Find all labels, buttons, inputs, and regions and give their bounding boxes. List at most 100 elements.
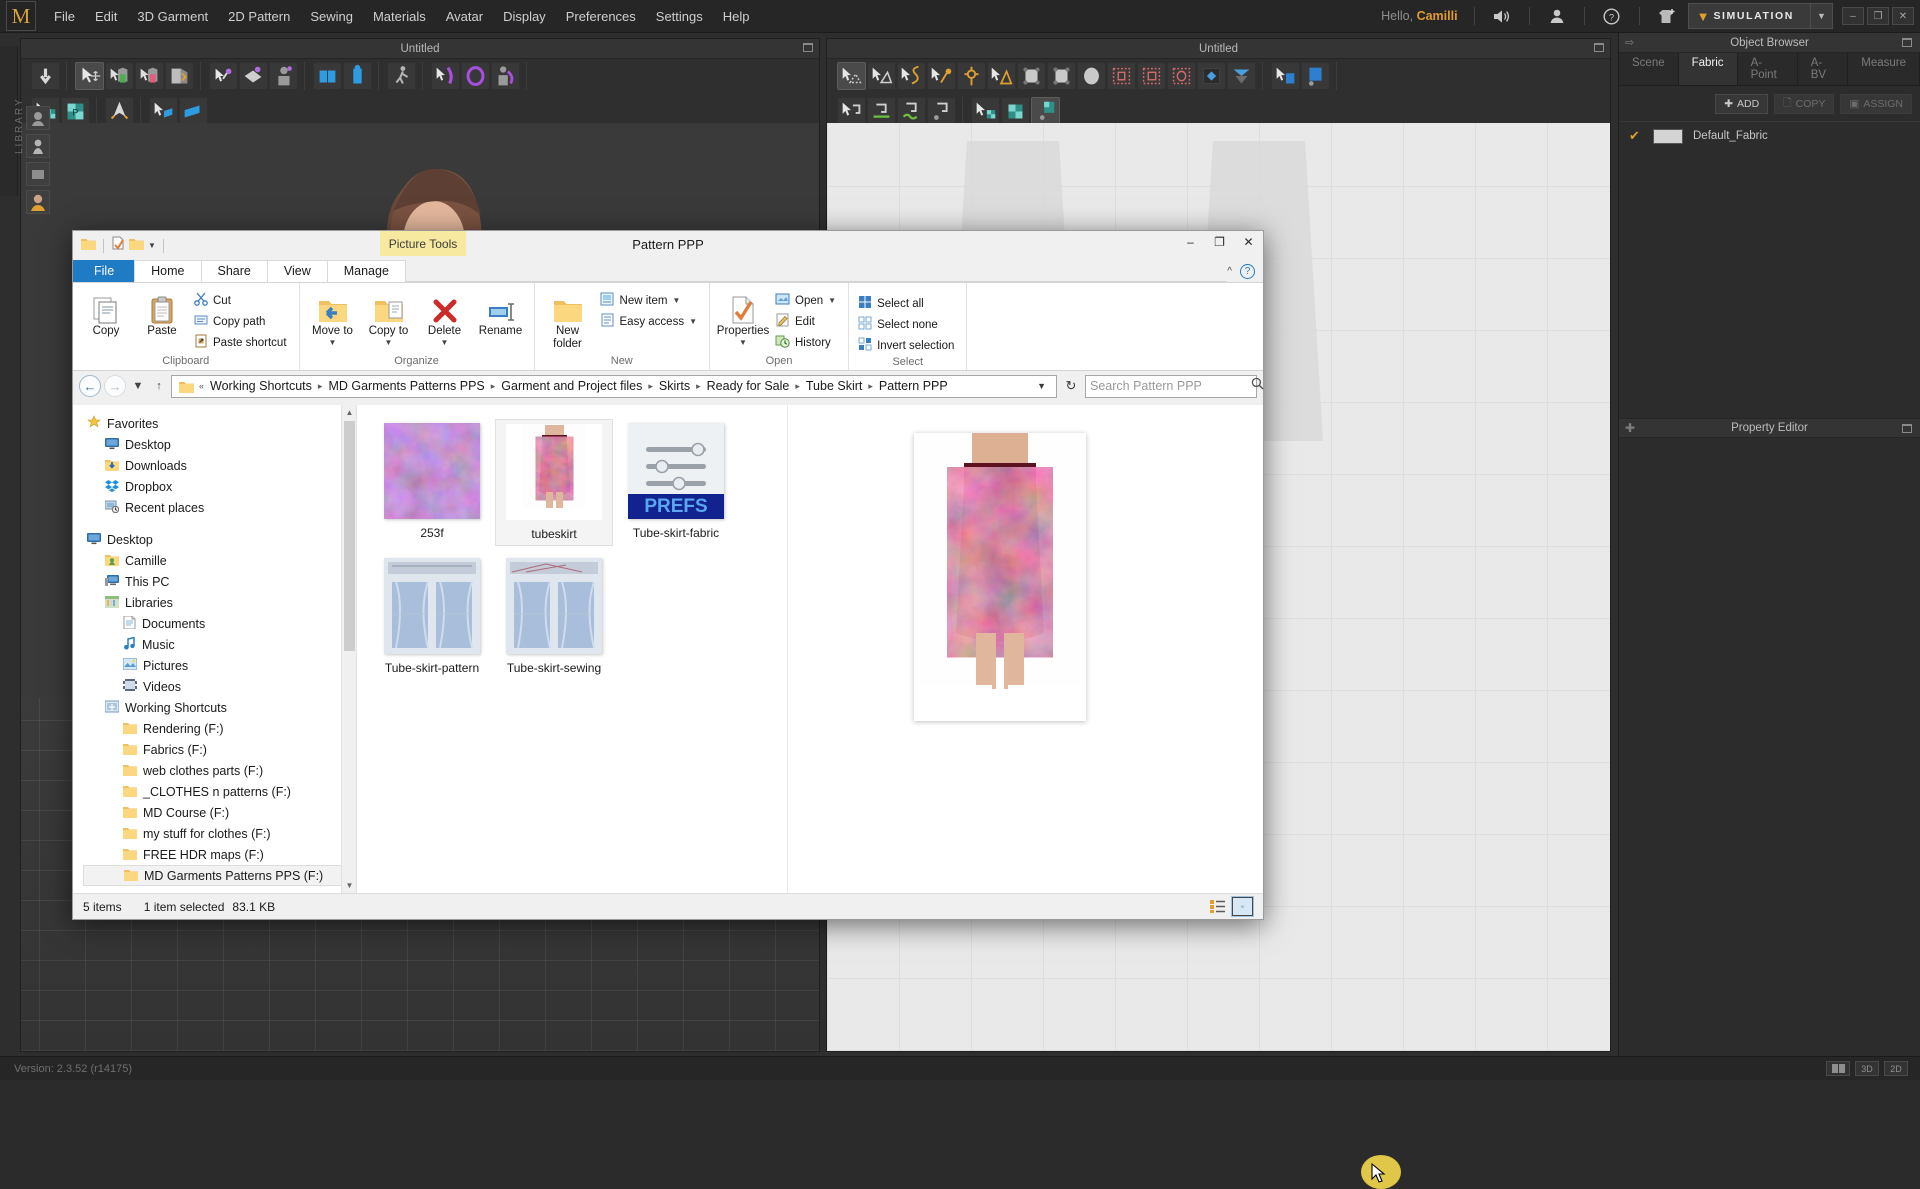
breadcrumb-garment-and-project-files[interactable]: Garment and Project files — [497, 378, 646, 394]
open-button[interactable]: Open ▼ — [772, 290, 842, 311]
expand-arrow-icon[interactable]: ⇨ — [1625, 36, 1634, 49]
chevron-down-icon[interactable]: ▼ — [441, 338, 449, 347]
tab-share[interactable]: Share — [201, 260, 268, 282]
navigation-scrollbar[interactable]: ▲ ▼ — [341, 405, 356, 893]
delete-button[interactable]: Delete ▼ — [418, 288, 472, 350]
file-explorer-window[interactable]: ▼ Picture Tools Pattern PPP – ❐ ✕ File H… — [72, 230, 1264, 920]
edit-pattern-tool[interactable] — [837, 62, 866, 90]
search-box[interactable] — [1085, 375, 1257, 398]
segment-sewing-tool[interactable] — [867, 97, 896, 125]
nav-recent-places[interactable]: Recent places — [83, 497, 356, 518]
menu-settings[interactable]: Settings — [646, 4, 713, 29]
edit-sewing-tool[interactable] — [927, 97, 956, 125]
popout-icon[interactable] — [803, 43, 813, 52]
rectangle-tool[interactable] — [1047, 62, 1076, 90]
tab-manage[interactable]: Manage — [327, 260, 406, 282]
select-move-tool[interactable] — [75, 62, 104, 90]
menu-2d-pattern[interactable]: 2D Pattern — [218, 4, 300, 29]
menu-display[interactable]: Display — [493, 4, 556, 29]
new-item-button[interactable]: New item ▼ — [597, 290, 703, 311]
tab-a-bv[interactable]: A-BV — [1798, 53, 1849, 85]
sync-down-tool[interactable] — [31, 62, 60, 90]
view-2d-button[interactable]: 2D — [1884, 1061, 1908, 1076]
unfold-tool[interactable] — [165, 62, 194, 90]
scroll-up-icon[interactable]: ▲ — [342, 405, 357, 420]
split-point-tool[interactable] — [957, 62, 986, 90]
nav-documents[interactable]: Documents — [83, 613, 356, 634]
nav-downloads[interactable]: Downloads — [83, 455, 356, 476]
close-button[interactable]: ✕ — [1892, 7, 1914, 25]
split-view-button[interactable] — [1826, 1061, 1850, 1076]
nav-dropbox[interactable]: Dropbox — [83, 476, 356, 497]
chevron-down-icon[interactable]: ▼ — [689, 317, 697, 326]
tab-scene[interactable]: Scene — [1619, 53, 1679, 85]
minimize-button[interactable]: – — [1842, 7, 1864, 25]
select-all-button[interactable]: Select all — [855, 293, 960, 314]
overflow-chevron-icon[interactable]: « — [198, 381, 205, 391]
nav-music[interactable]: Music — [83, 634, 356, 655]
select-fold-tool[interactable] — [149, 97, 178, 125]
chevron-right-icon[interactable]: ▸ — [647, 381, 654, 392]
chevron-right-icon[interactable]: ▸ — [794, 381, 801, 392]
inner-polygon-tool[interactable] — [1107, 62, 1136, 90]
chevron-right-icon[interactable]: ▸ — [317, 381, 324, 392]
breadcrumb[interactable]: « Working Shortcuts ▸ MD Garments Patter… — [171, 375, 1057, 398]
animation-pose-tool[interactable] — [387, 62, 416, 90]
explorer-maximize-button[interactable]: ❐ — [1205, 231, 1234, 253]
chevron-right-icon[interactable]: ▸ — [867, 381, 874, 392]
collapse-ribbon-icon[interactable]: ^ — [1227, 266, 1232, 277]
select-mesh-red-tool[interactable] — [135, 62, 164, 90]
assign-fabric-button[interactable]: ▣ ASSIGN — [1840, 94, 1912, 114]
zipper-tool[interactable] — [431, 62, 460, 90]
forward-button[interactable]: → — [104, 375, 126, 397]
nav-working-shortcuts[interactable]: Working Shortcuts — [83, 697, 356, 718]
scrollbar-thumb[interactable] — [344, 421, 355, 651]
add-garment-icon[interactable] — [1652, 1, 1682, 31]
fabric-list-item[interactable]: ✔ Default_Fabric — [1619, 121, 1920, 150]
add-point-tool[interactable] — [927, 62, 956, 90]
move-to-button[interactable]: Move to ▼ — [306, 288, 360, 350]
up-button[interactable]: ↑ — [150, 380, 168, 392]
nav-my-stuff-for-clothes-f[interactable]: my stuff for clothes (F:) — [83, 823, 356, 844]
menu-help[interactable]: Help — [713, 4, 760, 29]
edit-curve-point-tool[interactable] — [897, 62, 926, 90]
breadcrumb-working-shortcuts[interactable]: Working Shortcuts — [206, 378, 316, 394]
menu-materials[interactable]: Materials — [363, 4, 436, 29]
nav-camille[interactable]: Camille — [83, 550, 356, 571]
tab-measure[interactable]: Measure — [1848, 53, 1920, 85]
nav-videos[interactable]: Videos — [83, 676, 356, 697]
files-pane[interactable]: 253f — [357, 405, 1263, 893]
invert-selection-button[interactable]: Invert selection — [855, 335, 960, 356]
nav-desktop-fav[interactable]: Desktop — [83, 434, 356, 455]
chevron-down-icon[interactable]: ▼ — [672, 296, 680, 305]
fold-arrange-tool[interactable] — [179, 97, 208, 125]
edit-button[interactable]: Edit — [772, 311, 842, 332]
breadcrumb-pattern-ppp[interactable]: Pattern PPP — [875, 378, 952, 394]
inner-circle-tool[interactable] — [1167, 62, 1196, 90]
simulation-button[interactable]: ▼ SIMULATION ▼ — [1688, 3, 1833, 29]
file-item-253f[interactable]: 253f — [373, 419, 491, 546]
paste-button[interactable]: Paste — [135, 288, 189, 341]
refresh-button[interactable]: ↻ — [1060, 378, 1082, 394]
select-mesh-green-tool[interactable] — [105, 62, 134, 90]
avatar-zipper-tool[interactable] — [491, 62, 520, 90]
rename-button[interactable]: Rename — [474, 288, 528, 341]
free-sewing-tool[interactable] — [897, 97, 926, 125]
select-pattern-texture-tool[interactable] — [971, 97, 1000, 125]
adjust-texture-tool[interactable] — [1031, 97, 1060, 125]
nav-favorites[interactable]: Favorites — [83, 413, 356, 434]
popout-icon[interactable] — [1902, 38, 1912, 47]
select-texture-2d-tool[interactable] — [1271, 62, 1300, 90]
copy-path-button[interactable]: Copy path — [191, 311, 293, 332]
chevron-down-icon[interactable]: ▼ — [739, 338, 747, 347]
easy-access-button[interactable]: Easy access ▼ — [597, 311, 703, 332]
chevron-right-icon[interactable]: ▸ — [695, 381, 702, 392]
edit-texture-2d-tool[interactable] — [1301, 62, 1330, 90]
chevron-down-icon[interactable]: ▼ — [329, 338, 337, 347]
search-icon[interactable] — [1251, 377, 1264, 395]
menu-3d-garment[interactable]: 3D Garment — [127, 4, 218, 29]
plus-icon[interactable]: ✚ — [1625, 421, 1635, 435]
fold-arrangement-tool[interactable] — [313, 62, 342, 90]
edit-curvature-tool[interactable] — [867, 62, 896, 90]
cut-button[interactable]: Cut — [191, 290, 293, 311]
